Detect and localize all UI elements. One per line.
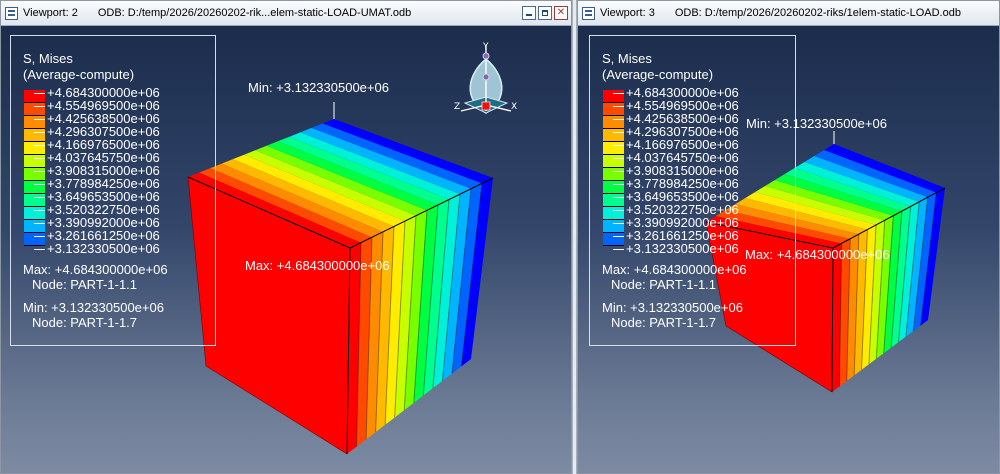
- max-annotation: Max: +4.684300000e+06: [245, 258, 390, 273]
- close-icon[interactable]: ✕: [554, 6, 568, 20]
- legend-value: +3.132330500e+06: [613, 242, 739, 255]
- legend-min-label: Min: +3.132330500e+06: [23, 300, 164, 315]
- viewport-2-window[interactable]: Viewport: 2 ODB: D:/temp/2026/20260202-r…: [0, 0, 572, 474]
- legend-min-node: Node: PART-1-1.7: [32, 315, 138, 330]
- min-annotation: Min: +3.132330500e+06: [248, 80, 389, 95]
- legend-subtitle: (Average-compute): [602, 67, 714, 82]
- legend-max-node: Node: PART-1-1.1: [32, 277, 138, 292]
- legend-values: +4.684300000e+06 +4.554969500e+06 +4.425…: [613, 86, 739, 255]
- legend-values: +4.684300000e+06 +4.554969500e+06 +4.425…: [34, 86, 160, 255]
- triad-x-label: X: [511, 102, 517, 112]
- viewport-3-titlebar[interactable]: Viewport: 3 ODB: D:/temp/2026/20260202-r…: [578, 1, 999, 26]
- min-annotation: Min: +3.132330500e+06: [746, 116, 887, 131]
- minimize-icon[interactable]: [522, 6, 536, 20]
- legend-max-label: Max: +4.684300000e+06: [602, 262, 747, 277]
- max-annotation: Max: +4.684300000e+06: [745, 247, 890, 262]
- legend-title: S, Mises: [23, 51, 73, 66]
- triad-y-label: Y: [482, 42, 489, 52]
- viewport-2-canvas[interactable]: S, Mises (Average-compute) +4.684300000e…: [1, 26, 571, 473]
- odb-path: ODB: D:/temp/2026/20260202-rik...elem-st…: [97, 7, 412, 19]
- viewport-3-canvas[interactable]: S, Mises (Average-compute) +4.684300000e…: [578, 26, 999, 473]
- legend-value: +3.132330500e+06: [34, 242, 160, 255]
- legend-min-info: Min: +3.132330500e+06 Node: PART-1-1.7: [602, 300, 743, 330]
- maximize-icon[interactable]: [538, 6, 552, 20]
- legend-max-node: Node: PART-1-1.1: [611, 277, 717, 292]
- legend-min-label: Min: +3.132330500e+06: [602, 300, 743, 315]
- legend-title: S, Mises: [602, 51, 652, 66]
- window-controls: ✕: [522, 6, 568, 20]
- viewport-3-window[interactable]: Viewport: 3 ODB: D:/temp/2026/20260202-r…: [577, 0, 1000, 474]
- legend-min-info: Min: +3.132330500e+06 Node: PART-1-1.7: [23, 300, 164, 330]
- viewport-label: Viewport: 2: [23, 7, 78, 19]
- odb-path: ODB: D:/temp/2026/20260202-riks/1elem-st…: [674, 7, 961, 19]
- viewport-menu-icon[interactable]: [5, 6, 18, 20]
- viewport-2-titlebar[interactable]: Viewport: 2 ODB: D:/temp/2026/20260202-r…: [1, 1, 571, 26]
- contour-legend[interactable]: S, Mises (Average-compute) +4.684300000e…: [10, 35, 216, 346]
- contour-legend[interactable]: S, Mises (Average-compute) +4.684300000e…: [589, 35, 796, 346]
- legend-max-label: Max: +4.684300000e+06: [23, 262, 168, 277]
- orientation-triad[interactable]: Y Z X: [453, 41, 519, 123]
- legend-subtitle: (Average-compute): [23, 67, 135, 82]
- legend-max-info: Max: +4.684300000e+06 Node: PART-1-1.1: [602, 262, 747, 292]
- legend-min-node: Node: PART-1-1.7: [611, 315, 717, 330]
- triad-z-label: Z: [454, 102, 460, 112]
- viewport-label: Viewport: 3: [600, 7, 655, 19]
- legend-max-info: Max: +4.684300000e+06 Node: PART-1-1.1: [23, 262, 168, 292]
- viewport-menu-icon[interactable]: [582, 6, 595, 20]
- triad-icon: [460, 45, 512, 114]
